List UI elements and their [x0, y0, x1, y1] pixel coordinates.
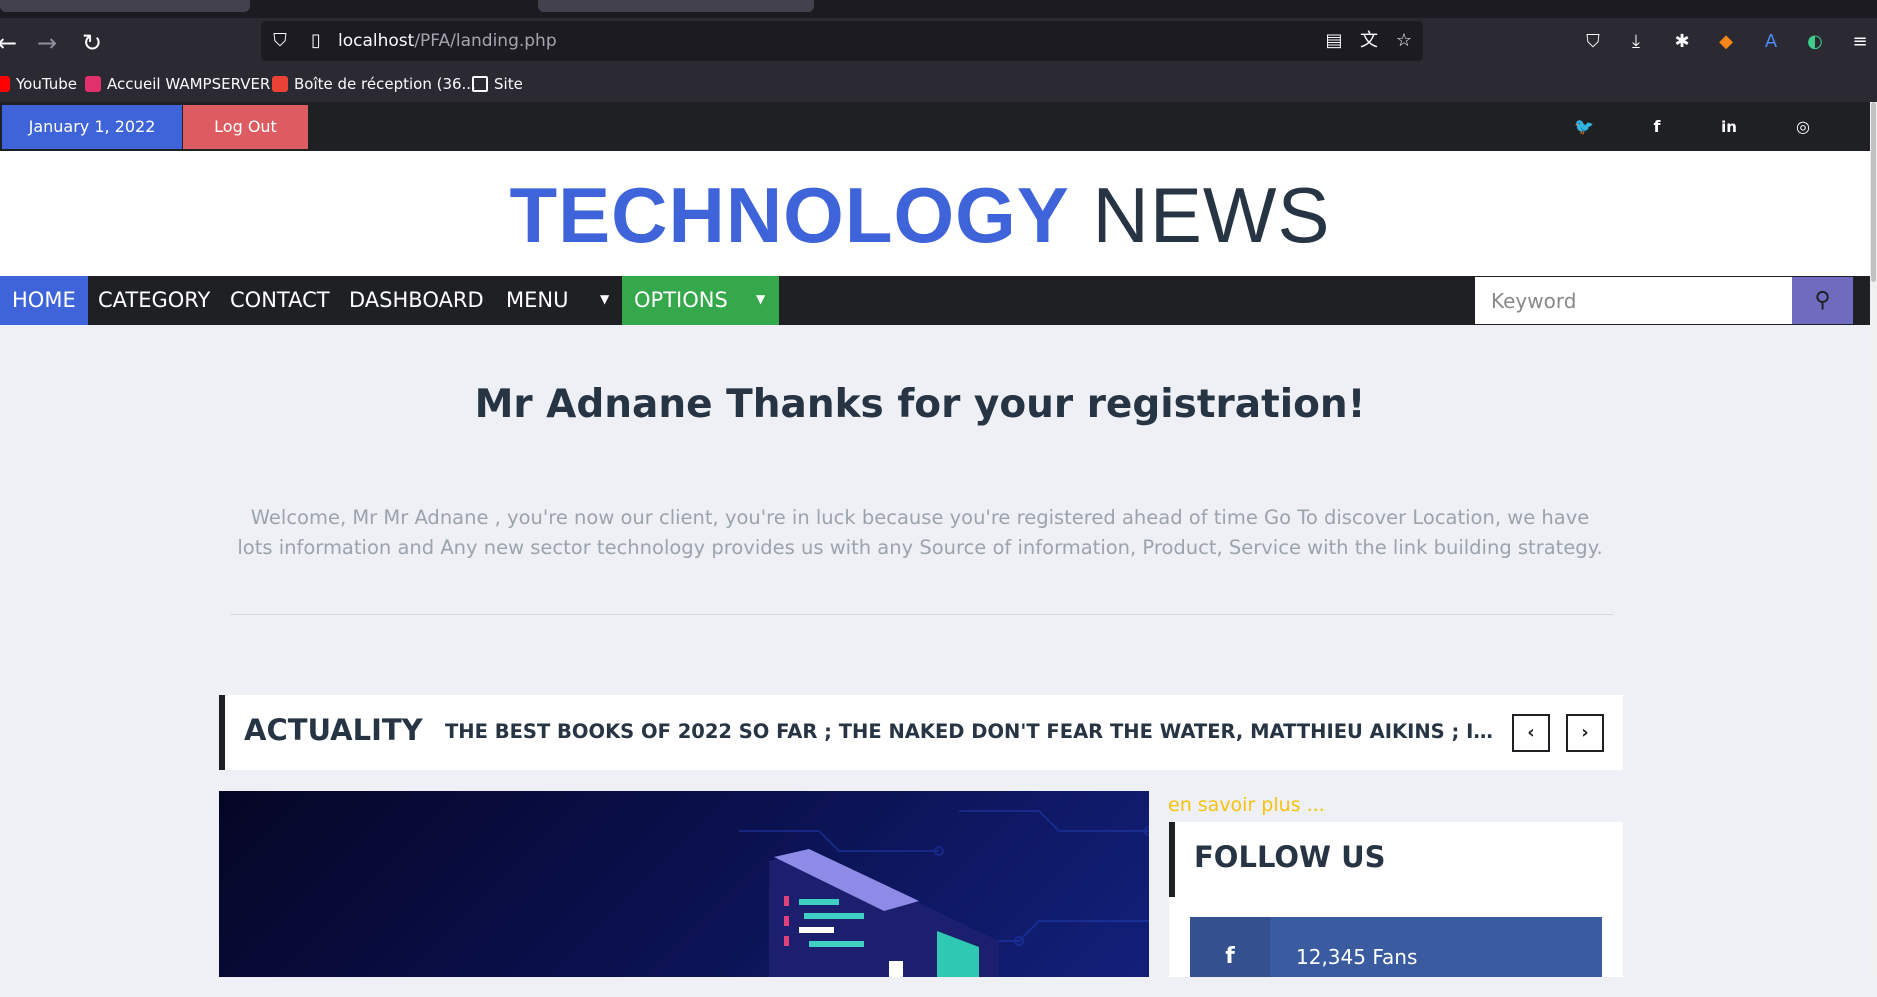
url-host: localhost [338, 31, 415, 51]
facebook-fans-count: 12,345 Fans [1296, 945, 1418, 969]
search-icon: ⚲ [1814, 288, 1831, 313]
page-icon: ▯ [311, 30, 321, 51]
bookmark-gmail[interactable]: Boîte de réception (36... [272, 73, 476, 95]
shield-icon[interactable]: ⛉ [269, 30, 291, 52]
search-form: ⚲ [1475, 277, 1853, 324]
section-divider [230, 614, 1613, 615]
bookmark-youtube[interactable]: YouTube [0, 73, 77, 95]
read-more-link[interactable]: en savoir plus ... [1168, 794, 1325, 816]
bookmark-label: Accueil WAMPSERVER [107, 75, 271, 93]
chevron-left-icon: ‹ [1527, 722, 1535, 743]
browser-tab[interactable] [0, 0, 250, 12]
star-icon[interactable]: ☆ [1393, 30, 1415, 52]
chevron-right-icon: › [1581, 722, 1589, 743]
chevron-down-icon[interactable]: ▼ [600, 276, 609, 325]
reader-icon[interactable]: ▤ [1323, 30, 1345, 52]
nav-menu[interactable]: MENU [494, 276, 580, 325]
forward-icon[interactable]: → [30, 26, 64, 60]
follow-accent-bar [1169, 822, 1175, 897]
facebook-icon[interactable]: f [1645, 115, 1669, 139]
logout-button[interactable]: Log Out [183, 105, 308, 149]
site-logo[interactable]: TECHNOLOGY NEWS [0, 173, 1840, 257]
site-topbar: January 1, 2022 Log Out 🐦 f in ◎ [0, 102, 1870, 151]
facebook-icon[interactable]: f [1190, 917, 1270, 977]
bookmark-site[interactable]: Site [472, 73, 523, 95]
ticker-prev-button[interactable]: ‹ [1512, 714, 1550, 752]
instagram-icon[interactable]: ◎ [1791, 115, 1815, 139]
extension-icon[interactable]: ✱ [1670, 30, 1694, 54]
search-input[interactable] [1475, 277, 1792, 324]
instagram-bookmark-icon [85, 76, 101, 92]
welcome-text: Welcome, Mr Mr Adnane , you're now our c… [237, 506, 1603, 559]
pocket-icon[interactable]: ⛉ [1581, 30, 1605, 54]
tech-illustration [739, 810, 1149, 977]
nav-options-label: OPTIONS [634, 288, 728, 312]
folder-icon [472, 76, 488, 92]
nav-category[interactable]: CATEGORY [86, 276, 222, 325]
gmail-icon [272, 76, 288, 92]
bookmark-label: Site [494, 75, 523, 93]
browser-tab-active[interactable] [538, 0, 814, 12]
bookmark-label: YouTube [16, 75, 77, 93]
logo-news: NEWS [1092, 171, 1331, 259]
ticker-label: ACTUALITY [244, 713, 423, 747]
welcome-title: Mr Adnane Thanks for your registration! [474, 382, 1366, 427]
nav-home[interactable]: HOME [0, 276, 88, 325]
menu-icon[interactable]: ≡ [1848, 30, 1872, 54]
scrollbar-thumb[interactable] [1871, 102, 1876, 282]
site-header: TECHNOLOGY NEWS [0, 151, 1870, 276]
browser-tab-strip [0, 0, 1877, 18]
metamask-icon[interactable]: ◆ [1714, 30, 1738, 54]
logo-technology: TECHNOLOGY [509, 171, 1070, 259]
follow-us-title: FOLLOW US [1194, 840, 1386, 874]
date-button[interactable]: January 1, 2022 [2, 105, 182, 149]
ticker-next-button[interactable]: › [1566, 714, 1604, 752]
download-icon[interactable]: ⤓ [1624, 30, 1648, 54]
nav-contact[interactable]: CONTACT [218, 276, 342, 325]
edge-ext-icon[interactable]: ◐ [1803, 30, 1827, 54]
translate-icon[interactable]: 文 [1358, 30, 1380, 52]
ticker-accent-bar [219, 695, 225, 770]
address-bar[interactable]: ⛉ ▯ localhost/PFA/landing.php ▤ 文 ☆ [261, 21, 1423, 61]
twitter-icon[interactable]: 🐦 [1572, 115, 1596, 139]
nav-dashboard[interactable]: DASHBOARD [337, 276, 496, 325]
url-path: /PFA/landing.php [414, 31, 557, 51]
bookmark-wampserver[interactable]: Accueil WAMPSERVER [85, 73, 270, 95]
chevron-down-icon[interactable]: ▼ [756, 276, 765, 325]
featured-article-image[interactable] [219, 791, 1149, 977]
linkedin-icon[interactable]: in [1717, 115, 1741, 139]
bookmark-label: Boîte de réception (36... [294, 75, 476, 93]
search-button[interactable]: ⚲ [1792, 277, 1853, 324]
ticker-headlines[interactable]: THE BEST BOOKS OF 2022 SO FAR ; THE NAKE… [445, 720, 1495, 743]
url-text[interactable]: localhost/PFA/landing.php [338, 31, 557, 51]
translate-ext-icon[interactable]: A [1759, 30, 1783, 54]
reload-icon[interactable]: ↻ [75, 26, 109, 60]
youtube-icon [0, 76, 10, 92]
back-icon[interactable]: ← [0, 26, 24, 60]
